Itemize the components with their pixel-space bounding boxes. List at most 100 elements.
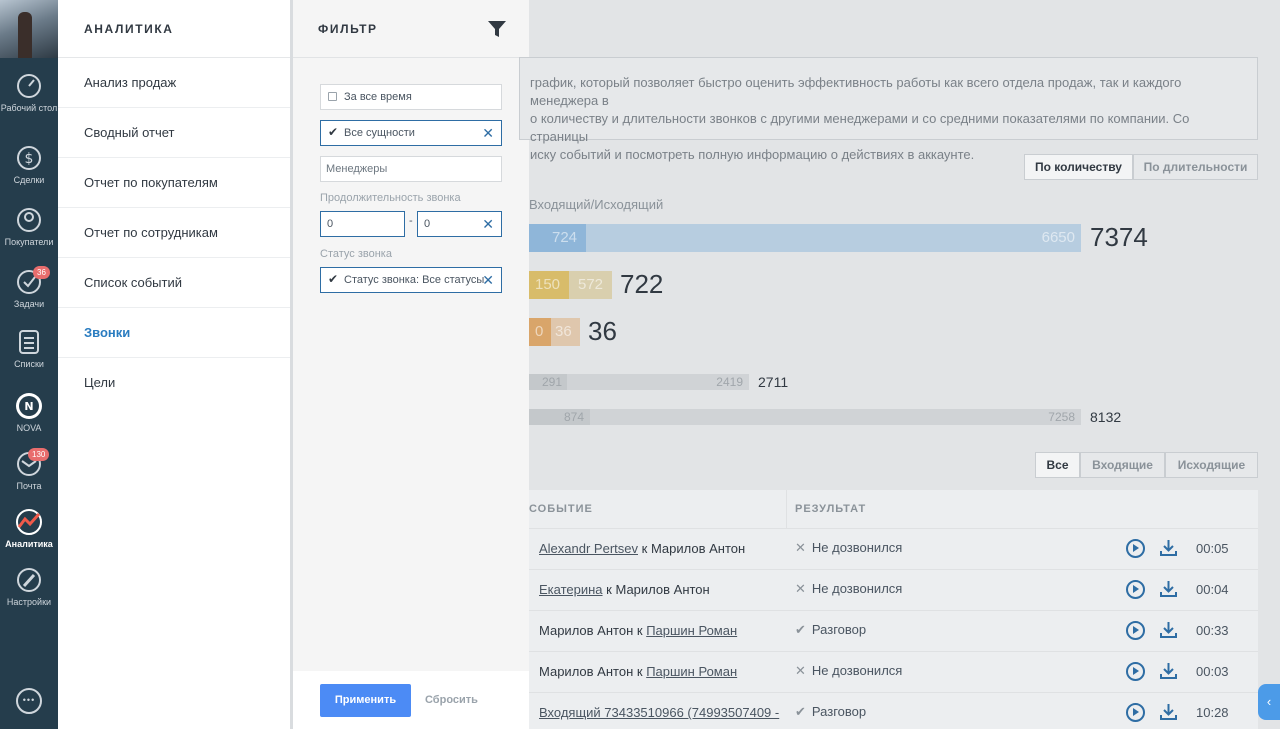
user-avatar[interactable] <box>0 0 58 58</box>
clear-entities-icon[interactable]: ✕ <box>482 121 494 145</box>
entities-select[interactable]: ✔ Все сущности ✕ <box>320 120 502 146</box>
toggle-by-count[interactable]: По количеству <box>1024 154 1133 180</box>
connector-text: к <box>641 541 648 556</box>
menu-item-calls[interactable]: Звонки <box>58 308 290 358</box>
menu-item-summary-report[interactable]: Сводный отчет <box>58 108 290 158</box>
managers-placeholder: Менеджеры <box>326 163 388 175</box>
event-cell: Входящий 73433510966 (74993507409 - <box>539 705 779 720</box>
download-icon[interactable] <box>1159 538 1178 557</box>
callee-link[interactable]: Паршин Роман <box>646 664 737 679</box>
event-cell: Екатерина к Марилов Антон <box>539 582 710 597</box>
calendar-icon <box>328 92 337 101</box>
info-box: график, который позволяет быстро оценить… <box>519 57 1258 162</box>
chart-caption: Входящий/Исходящий <box>529 197 664 212</box>
play-icon[interactable] <box>1126 539 1145 558</box>
download-icon[interactable] <box>1159 702 1178 721</box>
status-select[interactable]: ✔ Статус звонка: Все статусы ✕ <box>320 267 502 293</box>
play-icon[interactable] <box>1126 703 1145 722</box>
menu-item-sales-analysis[interactable]: Анализ продаж <box>58 58 290 108</box>
nav-settings[interactable]: Настройки <box>0 566 58 607</box>
nav-deals[interactable]: $ Сделки <box>0 144 58 185</box>
caller-link: Марилов Антон <box>539 664 634 679</box>
stat-total-4: 2711 <box>758 374 789 390</box>
column-header-event: СОБЫТИЕ <box>529 503 593 515</box>
stat-bar-3-a: 0 <box>535 323 544 340</box>
filter-panel: ФИЛЬТР За все время ✔ Все сущности ✕ Мен… <box>293 0 529 729</box>
callee-link[interactable]: Паршин Роман <box>646 623 737 638</box>
duration-cell: 10:28 <box>1196 705 1229 720</box>
event-cell: Alexandr Pertsev к Марилов Антон <box>539 541 745 556</box>
nav-tasks[interactable]: Задачи 36 <box>0 266 58 309</box>
clear-status-icon[interactable]: ✕ <box>482 268 494 292</box>
caller-link[interactable]: Екатерина <box>539 582 603 597</box>
toggle-by-duration[interactable]: По длительности <box>1133 154 1258 180</box>
dollar-icon: $ <box>17 146 41 170</box>
stat-bar-4: 291 2419 <box>529 374 749 390</box>
connector-text: к <box>636 623 643 638</box>
nav-label: Настройки <box>6 597 52 607</box>
stat-bar-4-b: 2419 <box>716 375 743 389</box>
apply-button[interactable]: Применить <box>320 684 411 717</box>
menu-item-goals[interactable]: Цели <box>58 358 290 408</box>
check-icon: ✔ <box>328 272 339 286</box>
nav-label: NOVA <box>16 423 42 433</box>
collapse-panel-icon[interactable]: ‹ <box>1258 684 1280 720</box>
analytics-icon <box>16 509 42 535</box>
play-icon[interactable] <box>1126 580 1145 599</box>
download-icon[interactable] <box>1159 661 1178 680</box>
funnel-icon[interactable] <box>488 21 506 37</box>
entities-value: Все сущности <box>344 127 415 139</box>
nav-label: Рабочий стол <box>0 103 58 113</box>
table-row: Марилов Антон к Паршин Роман ✕ Не дозвонил… <box>529 651 1258 692</box>
tab-outgoing[interactable]: Исходящие <box>1165 452 1258 478</box>
nav-lists[interactable]: Списки <box>0 328 58 369</box>
menu-item-events-list[interactable]: Список событий <box>58 258 290 308</box>
info-line: о количеству и длительности звонков с др… <box>530 111 1190 144</box>
check-icon: ✔ <box>795 622 806 637</box>
duration-from-input[interactable]: 0 <box>320 211 405 237</box>
tab-incoming[interactable]: Входящие <box>1080 452 1165 478</box>
duration-to-input[interactable]: 0 ✕ <box>417 211 502 237</box>
menu-item-buyers-report[interactable]: Отчет по покупателям <box>58 158 290 208</box>
nav-nova[interactable]: N NOVA <box>0 392 58 433</box>
check-icon: ✔ <box>328 125 339 139</box>
table-row: Alexandr Pertsev к Марилов Антон ✕ Не дозв… <box>529 528 1258 569</box>
callee-link: Марилов Антон <box>650 541 746 556</box>
managers-input[interactable]: Менеджеры <box>320 156 502 182</box>
cross-icon: ✕ <box>795 540 806 555</box>
download-icon[interactable] <box>1159 579 1178 598</box>
nav-dashboard[interactable]: Рабочий стол <box>0 72 58 113</box>
menu-item-employees-report[interactable]: Отчет по сотрудникам <box>58 208 290 258</box>
nav-analytics[interactable]: Аналитика <box>0 508 58 549</box>
menu-title: АНАЛИТИКА <box>58 0 290 58</box>
caller-link: Марилов Антон <box>539 623 634 638</box>
info-line: график, который позволяет быстро оценить… <box>530 75 1182 108</box>
stat-bar-1: 724 6650 <box>529 224 1081 252</box>
reset-button[interactable]: Сбросить <box>425 684 478 717</box>
stat-total-2: 722 <box>620 269 664 299</box>
tab-all[interactable]: Все <box>1035 452 1080 478</box>
download-icon[interactable] <box>1159 620 1178 639</box>
nav-label: Покупатели <box>4 237 54 247</box>
play-icon[interactable] <box>1126 662 1145 681</box>
nav-buyers[interactable]: Покупатели <box>0 206 58 247</box>
nav-mail[interactable]: Почта 130 <box>0 448 58 491</box>
caller-link[interactable]: Alexandr Pertsev <box>539 541 638 556</box>
nav-label: Почта <box>16 481 42 491</box>
result-text: Разговор <box>811 704 867 719</box>
chat-icon[interactable] <box>16 688 42 714</box>
result-cell: ✕ Не дозвонился <box>795 581 902 597</box>
period-select[interactable]: За все время <box>320 84 502 110</box>
main-navigation: Рабочий стол $ Сделки Покупатели Задачи … <box>0 0 58 729</box>
result-cell: ✕ Не дозвонился <box>795 663 902 679</box>
stat-bar-5: 874 7258 <box>529 409 1081 425</box>
stat-total-5: 8132 <box>1090 409 1122 425</box>
nav-label: Аналитика <box>5 539 53 549</box>
status-label: Статус звонка <box>320 248 392 260</box>
caller-link[interactable]: Входящий 73433510966 (74993507409 - <box>539 705 779 720</box>
stat-bar-1-b: 6650 <box>1041 229 1075 246</box>
duration-cell: 00:33 <box>1196 623 1229 638</box>
clear-duration-icon[interactable]: ✕ <box>482 212 494 236</box>
play-icon[interactable] <box>1126 621 1145 640</box>
mail-badge: 130 <box>28 448 50 461</box>
